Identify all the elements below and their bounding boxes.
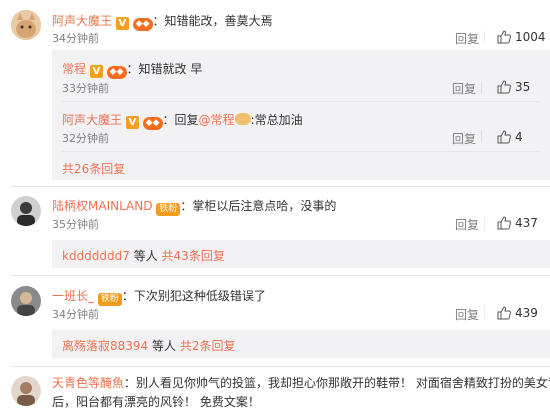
avatar[interactable] xyxy=(11,376,41,406)
like-button[interactable]: 437 xyxy=(497,216,538,230)
verified-icon: V xyxy=(115,17,129,30)
divider xyxy=(11,186,550,187)
like-button[interactable]: 4 xyxy=(497,130,523,144)
more-replies-link[interactable]: 共43条回复 xyxy=(162,249,225,263)
comment-text-cont: 后，阳台都有漂亮的风铃！ 免费文案！ xyxy=(52,395,260,409)
reply-summary-mid: 等人 xyxy=(148,339,180,353)
comment-text: 知错能改，善莫大焉 xyxy=(164,14,273,28)
comment-text: 掌柜以后注意点哈，没事的 xyxy=(192,199,337,213)
reply-user[interactable]: kddddddd7 xyxy=(62,249,130,263)
reply-button[interactable]: 回复 xyxy=(455,30,479,47)
reply-button[interactable]: 回复 xyxy=(452,80,476,97)
vip-badge-icon: ◆◆ xyxy=(142,117,163,130)
like-button[interactable]: 439 xyxy=(497,306,538,320)
person-avatar-icon xyxy=(11,286,41,316)
avatar[interactable] xyxy=(11,286,41,316)
reply-time: 32分钟前 xyxy=(62,132,109,145)
comment-user[interactable]: 陆柄权MAINLAND xyxy=(52,199,152,213)
emoji-icon xyxy=(234,113,251,125)
fan-badge-label: 铁粉 xyxy=(159,204,178,214)
person-avatar-icon xyxy=(11,196,41,226)
reply-user[interactable]: 阿声大魔王 xyxy=(62,113,122,127)
divider xyxy=(62,101,540,102)
cat-avatar-icon xyxy=(11,10,41,40)
divider xyxy=(11,366,550,367)
more-replies-link[interactable]: 共26条回复 xyxy=(62,160,125,177)
reply-line: 阿声大魔王 V ◆◆ ：回复@常程 :常总加油 xyxy=(62,111,303,130)
more-replies-link[interactable]: 共2条回复 xyxy=(180,339,236,353)
reply-button[interactable]: 回复 xyxy=(455,216,479,233)
avatar[interactable] xyxy=(11,196,41,226)
separator: ： xyxy=(152,14,165,28)
comment-line: 阿声大魔王 V ◆◆ ：知错能改，善莫大焉 xyxy=(52,12,273,31)
separator: ： xyxy=(162,113,175,127)
comment-time: 34分钟前 xyxy=(52,308,99,321)
comment-line: 一班长_ 铁粉 ：下次别犯这种低级错误了 xyxy=(52,287,266,306)
divider xyxy=(481,131,482,143)
reply-summary-mid: 等人 xyxy=(129,249,162,263)
reply-button[interactable]: 回复 xyxy=(455,306,479,323)
reply-summary-text: kddddddd7 等人 共43条回复 xyxy=(62,247,225,264)
like-count: 4 xyxy=(515,130,523,144)
comment-text: 别人看见你帅气的投篮，我却担心你那敞开的鞋带！ 对面宿舍精致打扮的美女背 xyxy=(136,376,550,390)
divider xyxy=(11,275,550,276)
divider xyxy=(481,81,482,93)
reply-user[interactable]: 常程 xyxy=(62,62,86,76)
separator: ： xyxy=(124,376,137,390)
reply-time: 33分钟前 xyxy=(62,82,109,95)
divider xyxy=(484,31,485,43)
like-count: 1004 xyxy=(515,30,546,44)
comment-line: 天青色等醃魚：别人看见你帅气的投篮，我却担心你那敞开的鞋带！ 对面宿舍精致打扮的… xyxy=(52,374,550,391)
like-count: 439 xyxy=(515,306,538,320)
like-button[interactable]: 1004 xyxy=(497,30,546,44)
comment-user[interactable]: 一班长_ xyxy=(52,289,94,303)
verified-icon: V xyxy=(89,65,103,78)
thumb-up-icon xyxy=(497,30,511,44)
like-count: 437 xyxy=(515,216,538,230)
verified-icon: V xyxy=(125,116,139,129)
thumb-up-icon xyxy=(497,216,511,230)
like-count: 35 xyxy=(515,80,531,94)
reply-line: 常程 V ◆◆ ：知错就改 早 xyxy=(62,60,202,79)
comment-user[interactable]: 阿声大魔王 xyxy=(52,14,112,28)
reply-text: :常总加油 xyxy=(250,113,303,127)
person-avatar-icon xyxy=(11,376,41,406)
like-button[interactable]: 35 xyxy=(497,80,530,94)
divider xyxy=(62,151,540,152)
divider xyxy=(484,307,485,319)
reply-user[interactable]: 离殇落寂88394 xyxy=(62,339,148,353)
thumb-up-icon xyxy=(497,80,511,94)
separator: ： xyxy=(180,199,193,213)
mention-link[interactable]: @常程 xyxy=(199,113,235,127)
thumb-up-icon xyxy=(497,130,511,144)
comment-user[interactable]: 天青色等醃魚 xyxy=(52,376,124,390)
reply-summary-text: 离殇落寂88394 等人 共2条回复 xyxy=(62,337,235,354)
vip-badge-icon: ◆◆ xyxy=(132,18,153,31)
comment-line: 陆柄权MAINLAND 铁粉 ：掌柜以后注意点哈，没事的 xyxy=(52,197,336,216)
thumb-up-icon xyxy=(497,306,511,320)
separator: ： xyxy=(126,62,139,76)
fan-badge: 铁粉 xyxy=(156,203,181,216)
reply-button[interactable]: 回复 xyxy=(452,130,476,147)
fan-badge-label: 铁粉 xyxy=(100,294,119,304)
comment-text: 下次别犯这种低级错误了 xyxy=(133,289,266,303)
reply-text: 知错就改 早 xyxy=(138,62,203,76)
separator: ： xyxy=(121,289,134,303)
avatar[interactable] xyxy=(11,10,41,40)
vip-badge-icon: ◆◆ xyxy=(106,66,127,79)
reply-prefix: 回复 xyxy=(174,113,199,127)
comment-time: 34分钟前 xyxy=(52,32,99,45)
divider xyxy=(484,217,485,229)
comment-time: 35分钟前 xyxy=(52,218,99,231)
fan-badge: 铁粉 xyxy=(97,293,122,306)
